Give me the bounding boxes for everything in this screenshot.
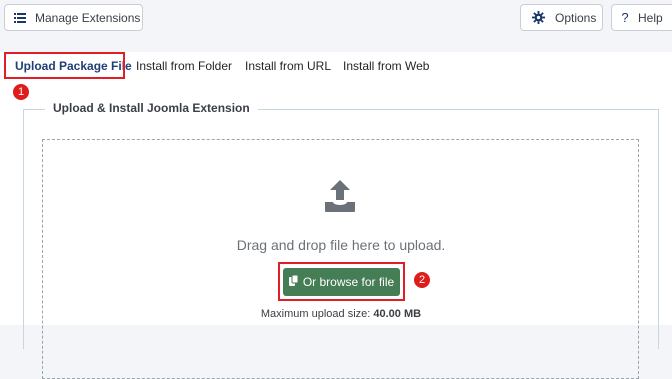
manage-extensions-label: Manage Extensions — [35, 10, 141, 25]
tab-install-from-folder[interactable]: Install from Folder — [136, 52, 232, 80]
annotation-badge-1: 1 — [12, 83, 30, 101]
question-icon: ? — [621, 10, 629, 25]
upload-icon — [322, 178, 358, 214]
list-icon — [5, 12, 35, 23]
gear-icon — [521, 11, 555, 24]
upload-legend: Upload & Install Joomla Extension — [45, 101, 258, 115]
highlight-box-tab — [4, 52, 125, 79]
manage-extensions-button[interactable]: Manage Extensions — [4, 4, 143, 31]
tab-install-from-url[interactable]: Install from URL — [245, 52, 331, 80]
help-label: Help — [638, 10, 663, 25]
max-upload-label: Maximum upload size: — [260, 308, 371, 320]
toolbar: Manage Extensions Options ? Help — [0, 0, 672, 40]
highlight-box-browse — [278, 262, 405, 301]
max-upload-size: Maximum upload size: 40.00 MB — [0, 308, 672, 320]
max-upload-value: 40.00 MB — [373, 308, 422, 320]
tab-install-from-web[interactable]: Install from Web — [343, 52, 429, 80]
options-button[interactable]: Options — [520, 4, 603, 31]
drop-zone[interactable] — [42, 139, 639, 379]
drag-drop-text: Drag and drop file here to upload. — [236, 237, 446, 253]
annotation-badge-2: 2 — [413, 271, 431, 289]
options-label: Options — [555, 10, 597, 25]
help-button[interactable]: ? Help — [611, 4, 672, 31]
